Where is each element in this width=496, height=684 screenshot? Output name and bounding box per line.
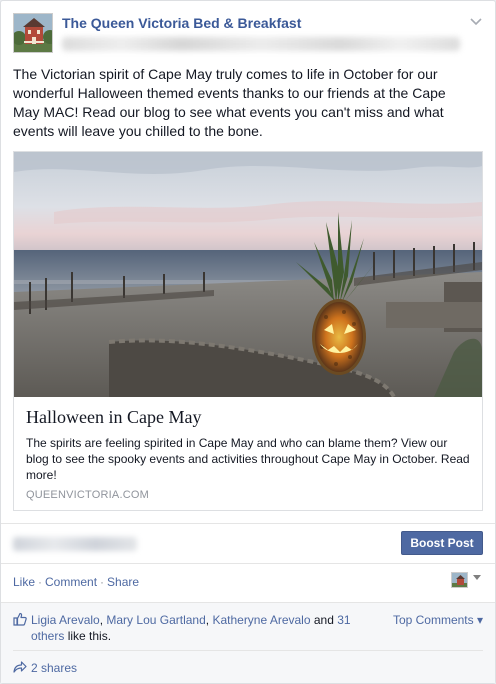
top-comments-dropdown[interactable]: Top Comments ▾ [393,613,483,627]
post-options-chevron-down-icon[interactable] [467,13,485,31]
divider [1,602,495,603]
link-title[interactable]: Halloween in Cape May [26,407,201,428]
post-meta-redacted [62,37,460,51]
divider [1,563,495,564]
separator: · [100,575,105,589]
liker-link[interactable]: Mary Lou Gartland [106,613,205,627]
divider [13,650,483,651]
share-link[interactable]: Share [107,575,139,589]
thumbs-up-icon [13,612,27,626]
post-header: The Queen Victoria Bed & Breakfast [13,13,483,55]
separator: · [38,575,43,589]
comment-link[interactable]: Comment [45,575,97,589]
actor-avatar [451,572,468,588]
liker-link[interactable]: Ligia Arevalo [31,613,100,627]
link-preview[interactable]: Halloween in Cape May The spirits are fe… [13,151,483,511]
page-name-link[interactable]: The Queen Victoria Bed & Breakfast [62,15,301,31]
link-description: The spirits are feeling spirited in Cape… [26,436,470,482]
reach-count-redacted [13,537,137,551]
caret-down-icon [472,573,482,584]
page-avatar[interactable] [13,13,53,53]
post-card: The Queen Victoria Bed & Breakfast The V… [0,0,496,684]
link-preview-image[interactable] [14,152,482,397]
ufi-section: Ligia Arevalo, Mary Lou Gartland, Kather… [1,602,495,683]
post-message: The Victorian spirit of Cape May truly c… [13,66,446,139]
divider [1,523,495,524]
post-as-selector[interactable] [451,572,485,590]
share-arrow-icon [13,661,27,673]
victorian-house-icon [14,14,52,52]
action-links: Like · Comment · Share [13,575,139,589]
liker-link[interactable]: Katheryne Arevalo [212,613,310,627]
shares-count-link[interactable]: 2 shares [31,661,77,675]
boost-post-button[interactable]: Boost Post [401,531,483,555]
like-link[interactable]: Like [13,575,35,589]
link-domain: QUEENVICTORIA.COM [26,489,149,501]
likes-summary: Ligia Arevalo, Mary Lou Gartland, Kather… [31,613,351,643]
